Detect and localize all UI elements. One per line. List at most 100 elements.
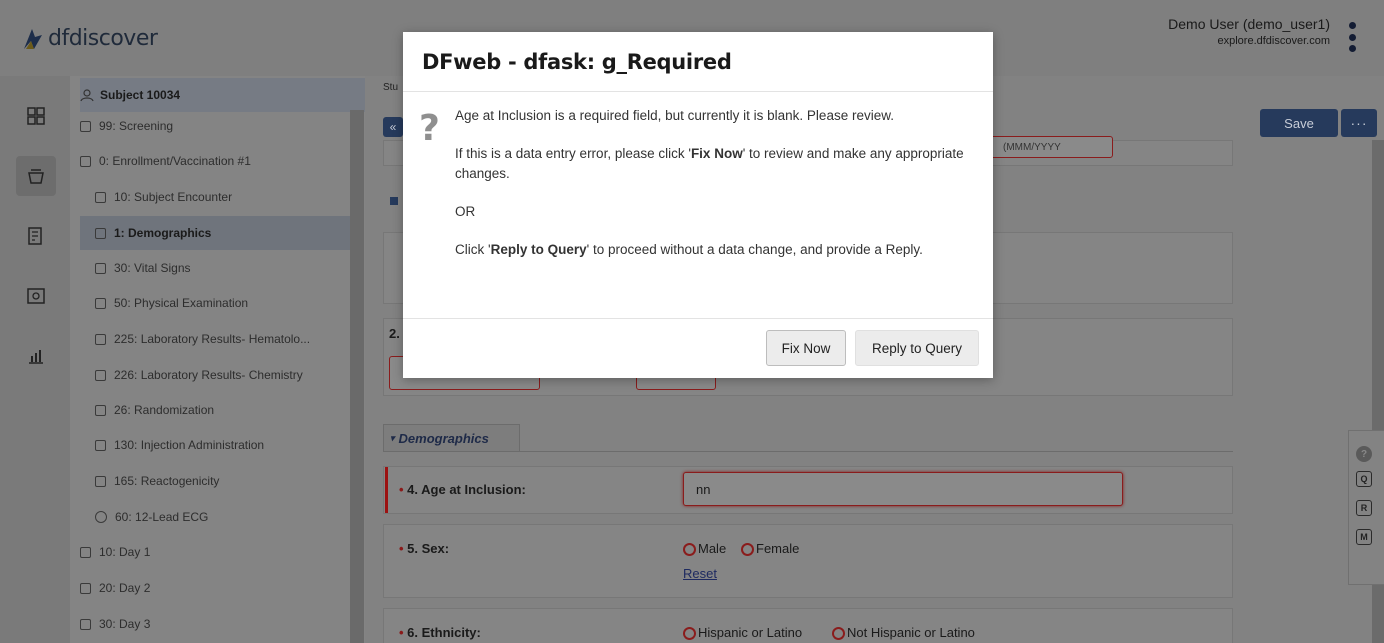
tree-item[interactable]: 130: Injection Administration xyxy=(95,428,264,462)
tree-item-label: 225: Laboratory Results- Hematolo... xyxy=(114,332,311,346)
sex-field-card xyxy=(383,524,1233,598)
logo-icon xyxy=(24,28,42,49)
tree-item-label: 60: 12-Lead ECG xyxy=(115,510,209,524)
chevron-down-icon: ▾ xyxy=(390,433,395,443)
reset-link[interactable]: Reset xyxy=(683,566,717,581)
dialog-reply-instructions: Click 'Reply to Query' to proceed withou… xyxy=(455,242,923,257)
dialog-body: Age at Inclusion is a required field, bu… xyxy=(455,106,975,278)
sex-male-radio[interactable]: Male xyxy=(683,541,726,557)
checkbox-icon xyxy=(95,369,106,381)
tree-item-label: 130: Injection Administration xyxy=(114,438,265,452)
dialog-or: OR xyxy=(455,204,476,219)
dialog-message: Age at Inclusion is a required field, bu… xyxy=(455,108,894,123)
tree-item-label: 30: Vital Signs xyxy=(114,261,191,275)
tree-item-label: 26: Randomization xyxy=(114,403,215,417)
tree-item[interactable]: 10: Day 1 xyxy=(80,535,150,569)
checkbox-icon xyxy=(95,439,106,451)
checkbox-icon xyxy=(95,475,106,487)
dashboard-icon[interactable] xyxy=(16,96,56,136)
dialog-fix-instructions: If this is a data entry error, please cl… xyxy=(455,146,964,181)
tree-item[interactable]: 225: Laboratory Results- Hematolo... xyxy=(95,322,310,356)
more-button[interactable]: ··· xyxy=(1341,109,1377,137)
ethnicity-not-hispanic-radio[interactable]: Not Hispanic or Latino xyxy=(832,625,975,641)
checkbox-icon xyxy=(95,333,106,345)
dialog-footer-divider xyxy=(403,318,993,319)
tree-item[interactable]: 30: Vital Signs xyxy=(95,251,191,285)
dialog-title: DFweb - dfask: g_Required xyxy=(422,50,732,74)
ethnicity-hispanic-radio[interactable]: Hispanic or Latino xyxy=(683,625,802,641)
query-button[interactable]: Q xyxy=(1356,471,1372,487)
tree-item-label: 10: Day 1 xyxy=(99,545,151,559)
app-logo[interactable]: dfdiscover xyxy=(22,26,158,51)
sex-female-radio[interactable]: Female xyxy=(741,541,799,557)
age-input[interactable]: nn xyxy=(683,472,1123,506)
checkbox-icon xyxy=(95,227,106,239)
user-info[interactable]: Demo User (demo_user1) explore.dfdiscove… xyxy=(1168,16,1330,47)
checkbox-icon xyxy=(80,546,91,558)
reports-icon[interactable] xyxy=(16,336,56,376)
user-host: explore.dfdiscover.com xyxy=(1217,35,1331,47)
tree-item-label: 0: Enrollment/Vaccination #1 xyxy=(99,154,251,168)
tree-item[interactable]: 26: Randomization xyxy=(95,393,214,427)
tree-item[interactable]: 165: Reactogenicity xyxy=(95,464,219,498)
checkbox-icon xyxy=(80,582,91,594)
sex-label: • 5. Sex: xyxy=(399,541,450,556)
forms-icon[interactable] xyxy=(16,216,56,256)
tree-item-label: 165: Reactogenicity xyxy=(114,474,220,488)
help-icon[interactable]: ? xyxy=(1356,446,1372,462)
ethnicity-label: • 6. Ethnicity: xyxy=(399,625,481,640)
breadcrumb[interactable]: Stu xyxy=(383,82,398,93)
save-button[interactable]: Save xyxy=(1260,109,1338,137)
user-name: Demo User (demo_user1) xyxy=(1168,16,1330,32)
circle-icon xyxy=(95,511,107,523)
subject-header[interactable]: Subject 10034 xyxy=(80,78,365,112)
tree-item[interactable]: 20: Day 2 xyxy=(80,571,150,605)
review-icon[interactable] xyxy=(16,276,56,316)
section-tab-demographics[interactable]: ▾ Demographics xyxy=(383,424,520,452)
query-dialog: DFweb - dfask: g_Required ? Age at Inclu… xyxy=(403,32,993,378)
tree-item-label: 226: Laboratory Results- Chemistry xyxy=(114,368,303,382)
records-icon[interactable] xyxy=(16,156,56,196)
tree-item[interactable]: 10: Subject Encounter xyxy=(95,180,232,214)
tree-item-active[interactable]: 1: Demographics xyxy=(80,216,350,250)
section-divider xyxy=(383,451,1233,452)
checkbox-icon xyxy=(95,262,106,274)
tree-item[interactable]: 60: 12-Lead ECG xyxy=(95,500,208,534)
tree-item-label: 20: Day 2 xyxy=(99,581,151,595)
section-title: Demographics xyxy=(398,431,489,446)
reply-to-query-button[interactable]: Reply to Query xyxy=(855,330,979,366)
question-icon: ? xyxy=(419,108,440,149)
age-label: • 4. Age at Inclusion: xyxy=(399,482,526,497)
tree-scrollbar[interactable] xyxy=(350,110,364,643)
checkbox-icon xyxy=(95,191,106,203)
checkbox-icon xyxy=(95,297,106,309)
tree-item-label: 50: Physical Examination xyxy=(114,296,249,310)
nav-rail xyxy=(0,76,70,643)
section-toggle-icon[interactable] xyxy=(390,197,398,205)
subject-label: Subject 10034 xyxy=(100,88,181,102)
reason-button[interactable]: R xyxy=(1356,500,1372,516)
missing-button[interactable]: M xyxy=(1356,529,1372,545)
tree-item[interactable]: 50: Physical Examination xyxy=(95,286,248,320)
tree-item[interactable]: 99: Screening xyxy=(80,109,173,143)
error-indicator xyxy=(385,467,388,513)
tree-item-label: 99: Screening xyxy=(99,119,174,133)
tree-item-label: 10: Subject Encounter xyxy=(114,190,233,204)
logo-text: dfdiscover xyxy=(48,26,158,51)
checkbox-icon xyxy=(95,404,106,416)
date-input[interactable]: (MMM/YYYY xyxy=(990,136,1113,158)
tree-item-label: 30: Day 3 xyxy=(99,617,151,631)
collapse-icon[interactable]: « xyxy=(383,117,403,137)
fix-now-button[interactable]: Fix Now xyxy=(766,330,846,366)
tree-item-label: 1: Demographics xyxy=(114,226,212,240)
tree-item[interactable]: 30: Day 3 xyxy=(80,607,150,641)
dialog-divider xyxy=(403,91,993,92)
tree-item[interactable]: 226: Laboratory Results- Chemistry xyxy=(95,358,303,392)
field-2-number: 2. xyxy=(389,326,400,341)
user-menu-icon[interactable] xyxy=(1348,22,1356,52)
checkbox-icon xyxy=(80,120,91,132)
tree-item[interactable]: 0: Enrollment/Vaccination #1 xyxy=(80,144,251,178)
user-icon xyxy=(80,89,94,102)
checkbox-icon xyxy=(80,618,91,630)
ethnicity-field-card xyxy=(383,608,1233,643)
